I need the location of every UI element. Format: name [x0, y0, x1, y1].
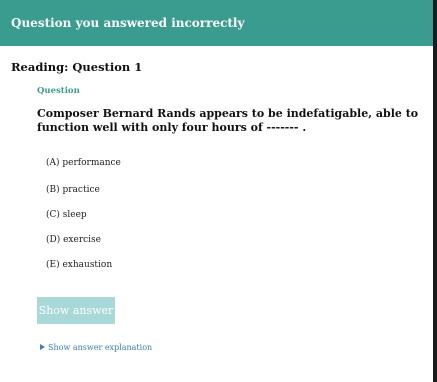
- panel-header-title: Question you answered incorrectly: [11, 16, 245, 30]
- option-b: (B) practice: [46, 185, 100, 195]
- triangle-right-icon: [40, 344, 45, 350]
- section-title: Reading: Question 1: [11, 60, 143, 74]
- option-a: (A) performance: [46, 158, 121, 168]
- option-c: (C) sleep: [46, 210, 87, 220]
- question-text: Composer Bernard Rands appears to be ind…: [37, 107, 419, 134]
- option-e: (E) exhaustion: [46, 260, 113, 270]
- show-answer-explanation-label: Show answer explanation: [48, 343, 153, 352]
- question-label: Question: [37, 86, 80, 96]
- question-panel: Question you answered incorrectly Readin…: [0, 0, 437, 382]
- panel-header: Question you answered incorrectly: [0, 0, 433, 46]
- show-answer-button[interactable]: Show answer: [37, 297, 115, 324]
- option-d: (D) exercise: [46, 235, 101, 245]
- show-answer-explanation-link[interactable]: Show answer explanation: [40, 343, 152, 352]
